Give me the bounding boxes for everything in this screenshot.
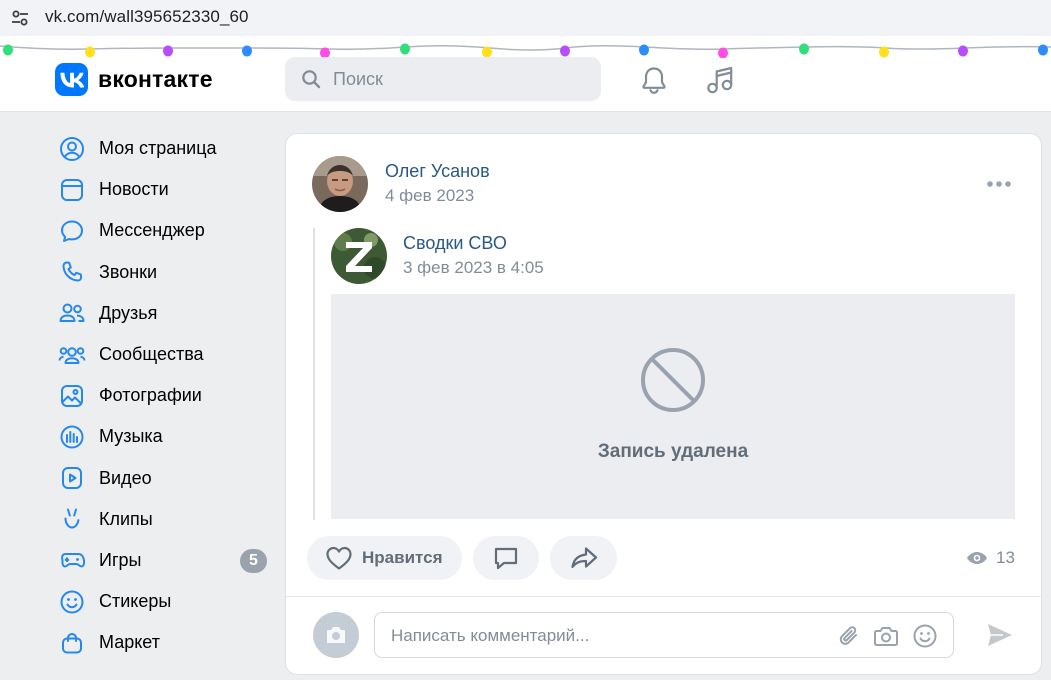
like-label: Нравится — [362, 548, 443, 567]
sidebar-item-photos[interactable]: Фотографии — [55, 375, 275, 416]
sidebar-item-label: Фотографии — [99, 385, 202, 406]
paperclip-icon[interactable] — [837, 624, 861, 648]
sidebar-item-news[interactable]: Новости — [55, 169, 275, 210]
comment-icon — [494, 547, 518, 570]
vk-logo-icon — [55, 63, 88, 96]
user-circle-icon — [60, 136, 84, 161]
deleted-post-placeholder: Запись удалена — [331, 294, 1015, 519]
deleted-post-message: Запись удалена — [597, 441, 749, 462]
smile-icon — [60, 590, 84, 614]
video-icon — [62, 467, 82, 490]
clips-icon — [64, 508, 80, 529]
camera-attach-icon[interactable] — [873, 624, 899, 648]
current-user-avatar[interactable] — [313, 612, 359, 658]
camera-icon — [327, 627, 345, 643]
eye-icon — [967, 552, 987, 564]
sidebar-item-label: Игры — [99, 549, 142, 570]
vk-logo[interactable]: вконтакте — [55, 63, 213, 96]
views-count: 13 — [996, 548, 1015, 567]
post-card: Олег Усанов 4 фев 2023 Сводки СВО 3 фев … — [285, 133, 1042, 675]
newsfeed-icon — [61, 178, 83, 201]
repost-source-avatar[interactable] — [331, 228, 387, 284]
send-icon[interactable] — [986, 621, 1014, 649]
share-button[interactable] — [550, 536, 617, 580]
sidebar-item-label: Стикеры — [99, 591, 172, 612]
market-bag-icon — [62, 632, 82, 654]
notifications-bell-icon[interactable] — [640, 65, 668, 95]
sidebar-item-label: Сообщества — [99, 344, 204, 365]
like-button[interactable]: Нравится — [307, 536, 462, 580]
sidebar-item-video[interactable]: Видео — [55, 458, 275, 499]
friends-icon — [59, 303, 85, 323]
post-actions: Нравится 13 — [286, 536, 1041, 581]
gamepad-icon — [61, 553, 86, 568]
sidebar-item-label: Мессенджер — [99, 220, 205, 241]
post-date[interactable]: 4 фев 2023 — [385, 186, 474, 206]
sidebar-item-messenger[interactable]: Мессенджер — [55, 210, 275, 251]
left-sidebar: Моя страница Новости Мессенджер Звонки Д… — [55, 128, 275, 663]
sidebar-item-friends[interactable]: Друзья — [55, 293, 275, 334]
address-url[interactable]: vk.com/wall395652330_60 — [45, 7, 249, 27]
comment-divider — [286, 596, 1041, 597]
comment-input[interactable] — [391, 622, 821, 650]
sidebar-item-label: Видео — [99, 467, 152, 488]
share-icon — [570, 547, 597, 569]
search-input[interactable] — [333, 65, 583, 93]
repost-indicator-line — [313, 228, 315, 520]
more-options-icon[interactable] — [986, 178, 1012, 190]
sidebar-item-label: Клипы — [99, 508, 153, 529]
site-settings-icon[interactable] — [10, 8, 30, 28]
emoji-icon[interactable] — [912, 623, 938, 649]
comment-button[interactable] — [473, 536, 539, 580]
sidebar-item-label: Музыка — [99, 426, 163, 447]
browser-address-bar: vk.com/wall395652330_60 — [0, 0, 1051, 36]
sidebar-item-clips[interactable]: Клипы — [55, 499, 275, 540]
sidebar-item-label: Новости — [99, 179, 169, 200]
sidebar-item-my-page[interactable]: Моя страница — [55, 128, 275, 169]
logo-text: вконтакте — [98, 66, 213, 92]
music-player-icon[interactable] — [705, 65, 735, 95]
sidebar-item-calls[interactable]: Звонки — [55, 252, 275, 293]
repost-date[interactable]: 3 фев 2023 в 4:05 — [403, 258, 544, 278]
sidebar-item-market[interactable]: Маркет — [55, 622, 275, 663]
top-header: вконтакте — [0, 36, 1051, 112]
search-box[interactable] — [285, 57, 601, 101]
views-counter: 13 — [966, 548, 1015, 568]
sidebar-item-label: Друзья — [99, 302, 158, 323]
sidebar-item-stickers[interactable]: Стикеры — [55, 581, 275, 622]
comment-input-box[interactable] — [374, 612, 954, 658]
sidebar-item-label: Звонки — [99, 261, 158, 282]
sidebar-item-music[interactable]: Музыка — [55, 416, 275, 457]
phone-icon — [62, 261, 83, 282]
sidebar-item-communities[interactable]: Сообщества — [55, 334, 275, 375]
search-icon — [302, 70, 321, 89]
sidebar-item-games[interactable]: Игры 5 — [55, 540, 275, 581]
blocked-icon — [641, 348, 705, 412]
photo-icon — [61, 384, 83, 407]
communities-icon — [58, 346, 86, 364]
repost-source-name[interactable]: Сводки СВО — [403, 233, 507, 254]
post-author-name[interactable]: Олег Усанов — [385, 161, 490, 182]
garland-decoration — [0, 43, 1051, 58]
message-icon — [61, 220, 83, 242]
heart-icon — [326, 546, 352, 570]
sidebar-item-label: Маркет — [99, 632, 160, 653]
games-count-badge: 5 — [240, 548, 267, 573]
author-avatar[interactable] — [312, 156, 368, 212]
sidebar-item-label: Моя страница — [99, 138, 217, 159]
music-icon — [60, 425, 84, 449]
